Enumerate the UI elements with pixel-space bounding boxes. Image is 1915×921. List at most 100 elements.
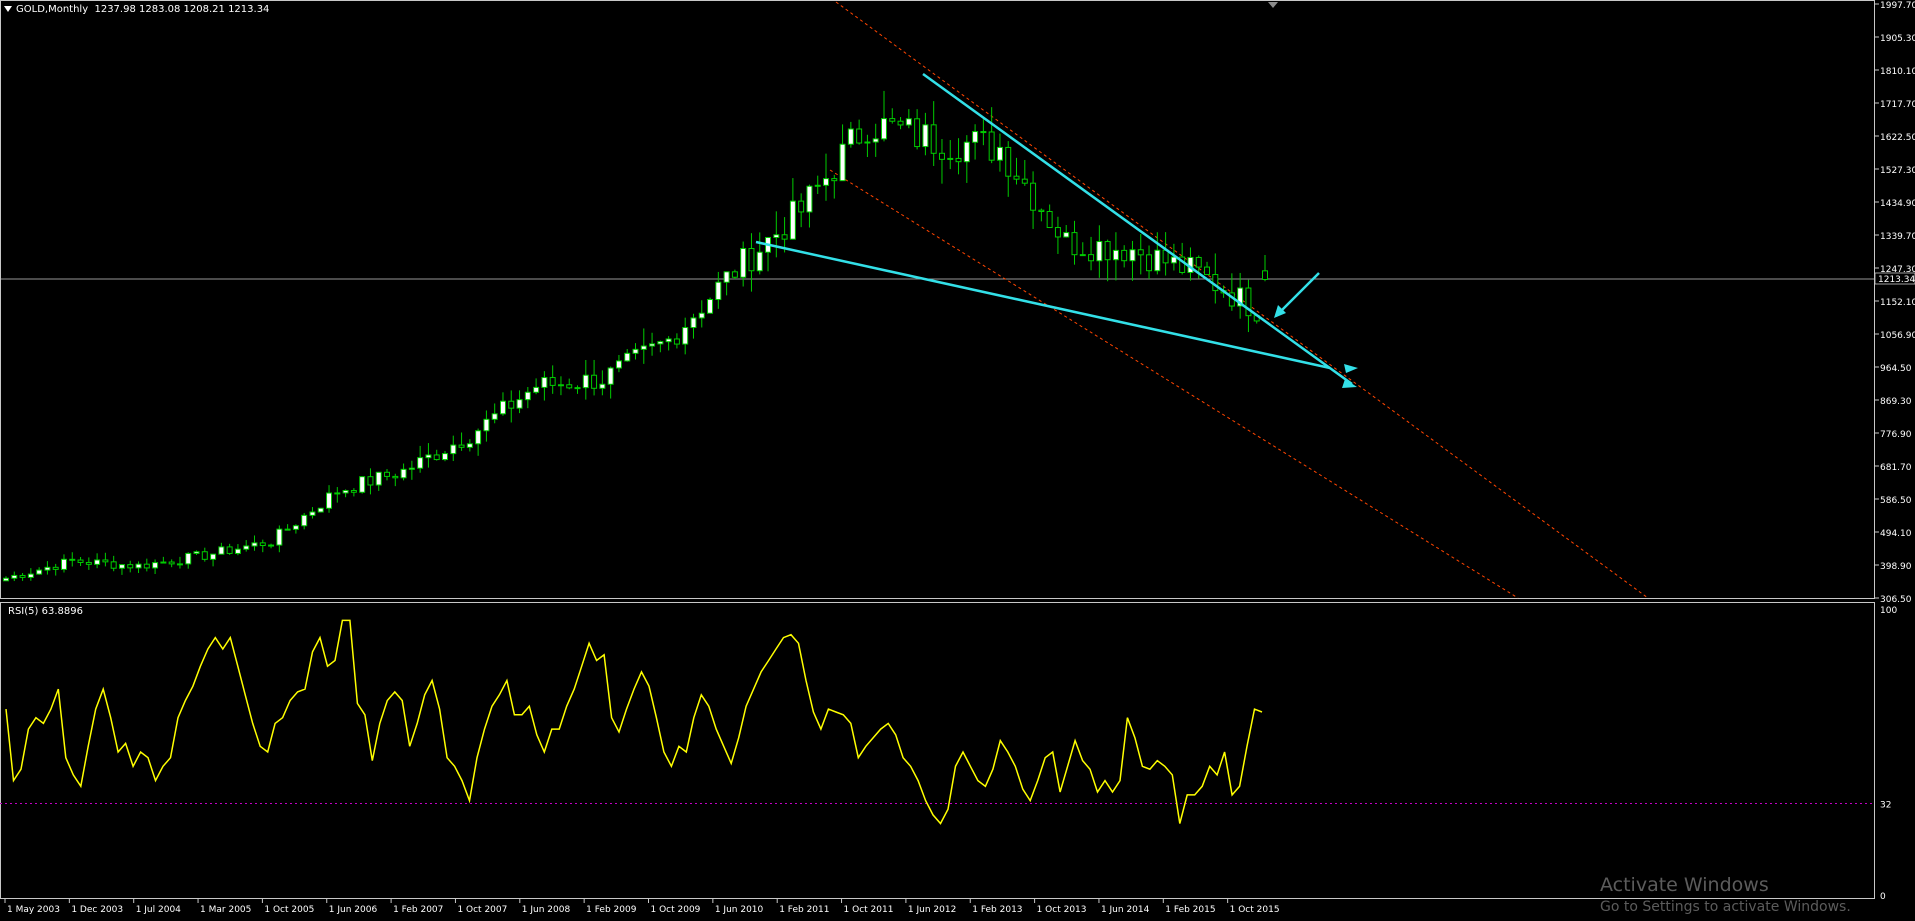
candle-body[interactable] (94, 559, 101, 565)
candle-body[interactable] (781, 234, 788, 240)
candle-body[interactable] (1262, 270, 1268, 280)
candle-body[interactable] (988, 131, 995, 161)
candle-body[interactable] (682, 327, 689, 345)
candle-body[interactable] (897, 120, 904, 126)
candle-body[interactable] (276, 528, 283, 546)
candle-body[interactable] (450, 444, 457, 455)
candle-body[interactable] (3, 577, 9, 582)
candle-body[interactable] (1096, 241, 1103, 262)
candle-body[interactable] (905, 118, 912, 126)
candle-body[interactable] (566, 384, 573, 389)
candle-body[interactable] (1054, 227, 1061, 238)
candle-body[interactable] (657, 341, 664, 345)
candle-body[interactable] (350, 490, 357, 493)
candle-body[interactable] (814, 184, 821, 187)
candle-body[interactable] (52, 566, 59, 570)
candle-body[interactable] (955, 157, 962, 163)
candle-body[interactable] (591, 374, 598, 389)
candle-body[interactable] (922, 124, 929, 148)
candle-body[interactable] (524, 391, 531, 401)
triangle-down-icon[interactable] (4, 6, 12, 12)
candle-body[interactable] (707, 299, 714, 314)
candle-body[interactable] (44, 566, 51, 571)
candle-body[interactable] (1154, 249, 1161, 272)
candle-body[interactable] (1146, 254, 1153, 272)
candle-body[interactable] (367, 476, 374, 486)
scroll-marker-icon[interactable] (1268, 2, 1278, 8)
candle-body[interactable] (483, 418, 490, 432)
candle-body[interactable] (698, 312, 705, 319)
candle-body[interactable] (798, 200, 805, 213)
candle-body[interactable] (77, 559, 84, 563)
candle-body[interactable] (400, 468, 407, 479)
candle-body[interactable] (425, 454, 432, 459)
candle-body[interactable] (259, 542, 266, 547)
candle-body[interactable] (673, 338, 680, 345)
candle-body[interactable] (442, 453, 448, 461)
candle-body[interactable] (201, 551, 208, 560)
candle-body[interactable] (723, 271, 730, 283)
candle-body[interactable] (856, 128, 863, 144)
candle-body[interactable] (582, 374, 589, 389)
candle-body[interactable] (665, 338, 672, 343)
candle-body[interactable] (85, 561, 92, 565)
candle-body[interactable] (234, 548, 241, 554)
candle-body[interactable] (541, 377, 548, 388)
candle-body[interactable] (756, 251, 763, 272)
candle-body[interactable] (1079, 254, 1086, 257)
candle-body[interactable] (1104, 241, 1111, 261)
candle-body[interactable] (168, 561, 175, 565)
candle-body[interactable] (375, 471, 382, 486)
candle-body[interactable] (963, 141, 970, 163)
candle-body[interactable] (143, 563, 150, 569)
candle-body[interactable] (806, 185, 813, 213)
candle-body[interactable] (1162, 249, 1169, 264)
candle-body[interactable] (301, 514, 308, 527)
candle-body[interactable] (359, 476, 366, 493)
candle-body[interactable] (533, 386, 540, 393)
candle-body[interactable] (60, 558, 67, 570)
candle-body[interactable] (243, 545, 250, 550)
candle-body[interactable] (549, 377, 556, 386)
candle-body[interactable] (152, 562, 159, 569)
candle-body[interactable] (839, 143, 846, 182)
candle-body[interactable] (326, 492, 333, 509)
candle-body[interactable] (624, 352, 631, 362)
candle-body[interactable] (27, 573, 34, 578)
candle-body[interactable] (210, 553, 217, 560)
candle-body[interactable] (384, 471, 390, 477)
candle-body[interactable] (574, 387, 581, 390)
candle-body[interactable] (748, 248, 755, 272)
candle-body[interactable] (499, 400, 506, 415)
candle-body[interactable] (1195, 256, 1202, 268)
candle-body[interactable] (475, 430, 482, 445)
candle-body[interactable] (632, 348, 639, 354)
candle-body[interactable] (1038, 209, 1045, 213)
candle-body[interactable] (110, 561, 117, 569)
candle-body[interactable] (996, 146, 1003, 161)
candle-body[interactable] (1013, 175, 1020, 180)
candle-body[interactable] (36, 569, 43, 575)
candle-body[interactable] (690, 317, 697, 329)
candle-body[interactable] (102, 559, 109, 563)
candle-body[interactable] (823, 178, 829, 186)
candle-body[interactable] (433, 454, 440, 461)
candle-body[interactable] (466, 443, 473, 448)
candle-body[interactable] (408, 467, 415, 470)
candle-body[interactable] (1071, 232, 1078, 256)
candle-body[interactable] (458, 444, 465, 448)
candle-body[interactable] (1063, 232, 1070, 238)
candle-body[interactable] (881, 118, 887, 140)
candle-body[interactable] (831, 178, 838, 182)
candle-body[interactable] (1137, 249, 1144, 256)
candle-body[interactable] (938, 152, 945, 160)
candle-body[interactable] (972, 131, 979, 143)
candle-body[interactable] (1112, 249, 1119, 261)
candle-body[interactable] (268, 544, 275, 547)
candle-body[interactable] (417, 457, 424, 469)
candle-body[interactable] (980, 131, 987, 134)
candle-body[interactable] (292, 525, 299, 530)
candle-body[interactable] (1204, 266, 1211, 276)
candle-body[interactable] (789, 200, 796, 240)
chart-canvas[interactable]: 1997.70 1905.30 1810.10 1717.70 1622.50 1527.… (0, 0, 1915, 921)
